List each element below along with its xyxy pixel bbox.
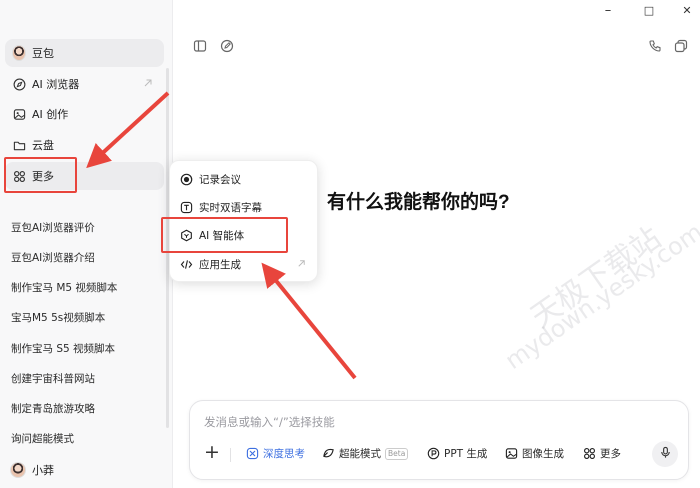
tool-ppt-generate[interactable]: PPT 生成	[427, 446, 487, 461]
ppt-icon	[427, 447, 440, 460]
microphone-button[interactable]	[652, 441, 678, 467]
arrow-to-more	[86, 91, 170, 169]
tool-deep-think[interactable]: 深度思考	[246, 446, 305, 461]
tool-image-generate[interactable]: 图像生成	[505, 446, 564, 461]
grid-icon	[583, 447, 596, 460]
tool-label: PPT 生成	[444, 448, 488, 460]
beta-badge: Beta	[385, 447, 409, 460]
arrow-to-ai-agent	[261, 262, 357, 380]
toolbar-divider	[230, 448, 231, 462]
deep-think-icon	[246, 447, 259, 460]
tool-label: 超能模式	[339, 448, 381, 460]
image-icon	[505, 447, 518, 460]
microphone-icon	[659, 446, 672, 462]
tool-super-mode[interactable]: 超能模式 Beta	[322, 446, 409, 461]
tool-label: 图像生成	[522, 448, 564, 460]
chat-input[interactable]: 发消息或输入“/”选择技能	[204, 414, 335, 430]
add-attachment-button[interactable]: +	[204, 441, 220, 463]
super-mode-icon	[322, 447, 335, 460]
tool-label: 更多	[600, 448, 621, 460]
chat-input-box: 发消息或输入“/”选择技能 + 深度思考 超能模式 Beta PPT 生成 图像…	[189, 400, 689, 480]
tool-label: 深度思考	[263, 448, 305, 460]
tool-more[interactable]: 更多	[583, 446, 621, 461]
